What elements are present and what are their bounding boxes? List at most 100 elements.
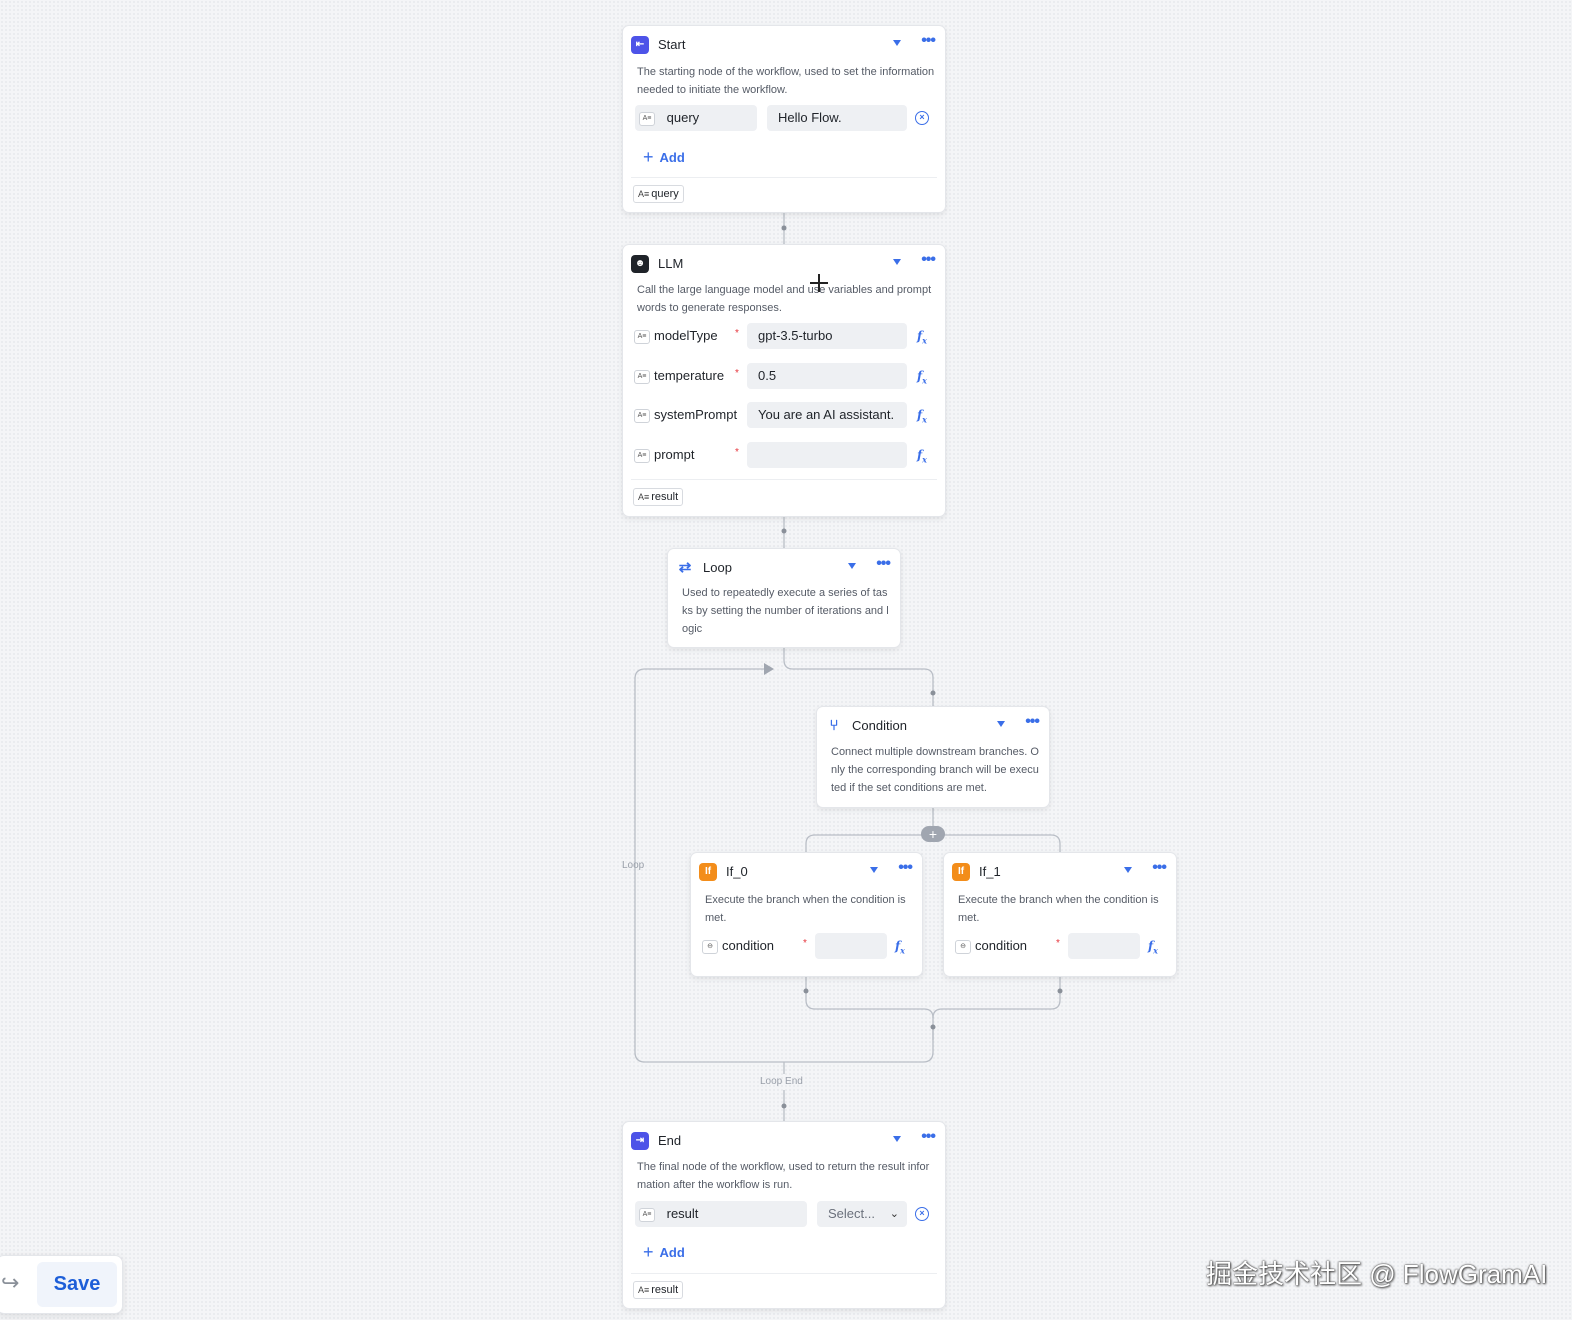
- start-icon: ⇤: [631, 36, 649, 54]
- if0-node-header[interactable]: If If_0 •••: [699, 859, 914, 883]
- collapse-caret-icon[interactable]: [997, 721, 1005, 727]
- end-node-description: The final node of the workflow, used to …: [637, 1161, 930, 1191]
- end-node[interactable]: ⇥ End ••• The final node of the workflow…: [622, 1121, 946, 1309]
- end-variable-select[interactable]: Select... ⌄: [817, 1201, 907, 1227]
- if0-node[interactable]: If If_0 ••• Execute the branch when the …: [690, 852, 923, 977]
- end-node-title: End: [658, 1133, 682, 1148]
- if0-condition-input[interactable]: [815, 933, 887, 959]
- fx-icon[interactable]: fx: [917, 329, 927, 347]
- llm-node-title: LLM: [658, 256, 684, 271]
- string-type-icon: A≡: [638, 189, 650, 199]
- collapse-caret-icon[interactable]: [870, 867, 878, 873]
- if1-node-description: Execute the branch when the condition is…: [958, 894, 1159, 924]
- required-marker: *: [803, 938, 807, 949]
- more-options-icon[interactable]: •••: [876, 555, 891, 573]
- temperature-value: 0.5: [758, 368, 777, 383]
- loop-node-header[interactable]: ⇄ Loop •••: [676, 555, 892, 579]
- condition-type-icon: ⊖: [955, 939, 971, 954]
- add-branch-plus-icon[interactable]: +: [921, 826, 945, 842]
- if0-node-description: Execute the branch when the condition is…: [705, 894, 906, 924]
- condition-node[interactable]: ⑂ Condition ••• Connect multiple downstr…: [816, 706, 1050, 808]
- collapse-caret-icon[interactable]: [848, 563, 856, 569]
- if-icon: If: [952, 863, 970, 881]
- string-type-icon: A≡: [634, 448, 650, 463]
- fx-icon[interactable]: fx: [917, 369, 927, 387]
- llm-param-label-temperature: A≡ temperature: [634, 363, 724, 389]
- llm-node-header[interactable]: ☻ LLM •••: [631, 251, 937, 275]
- add-param-button[interactable]: + Add: [643, 1243, 685, 1262]
- save-button[interactable]: Save: [37, 1262, 117, 1307]
- if1-condition-input[interactable]: [1068, 933, 1140, 959]
- start-param-name-field[interactable]: A≡ query: [635, 105, 757, 131]
- start-param-value-field[interactable]: Hello Flow.: [767, 105, 907, 131]
- end-node-header[interactable]: ⇥ End •••: [631, 1128, 937, 1152]
- collapse-caret-icon[interactable]: [893, 40, 901, 46]
- modeltype-input[interactable]: gpt-3.5-turbo: [747, 323, 907, 349]
- more-options-icon[interactable]: •••: [1152, 859, 1167, 877]
- end-param-name-field[interactable]: A≡ result: [635, 1201, 807, 1227]
- plus-icon: +: [643, 1242, 654, 1262]
- start-output-chip: A≡ query: [633, 185, 684, 203]
- start-output-label: query: [651, 188, 679, 200]
- redo-icon[interactable]: ↪: [1, 1270, 19, 1296]
- collapse-caret-icon[interactable]: [1124, 867, 1132, 873]
- crosshair-cursor-icon: [810, 274, 828, 292]
- string-type-icon: A≡: [639, 1207, 655, 1222]
- fx-icon[interactable]: fx: [895, 939, 905, 957]
- start-node[interactable]: ⇤ Start ••• The starting node of the wor…: [622, 25, 946, 213]
- condition-type-icon: ⊖: [702, 939, 718, 954]
- if0-param-name: condition: [722, 938, 775, 953]
- remove-param-icon[interactable]: ×: [915, 1207, 929, 1221]
- bottom-toolbar: ↪ Save: [0, 1255, 123, 1314]
- condition-node-title: Condition: [852, 718, 907, 733]
- divider: [631, 177, 937, 178]
- if1-node[interactable]: If If_1 ••• Execute the branch when the …: [943, 852, 1177, 977]
- more-options-icon[interactable]: •••: [898, 859, 913, 877]
- if1-node-title: If_1: [979, 864, 1001, 879]
- string-type-icon: A≡: [638, 1285, 650, 1295]
- llm-param-name: modelType: [654, 328, 718, 343]
- if0-node-title: If_0: [726, 864, 748, 879]
- fx-icon[interactable]: fx: [917, 448, 927, 466]
- remove-param-icon[interactable]: ×: [915, 111, 929, 125]
- add-param-button[interactable]: + Add: [643, 148, 685, 167]
- start-param-name: query: [666, 110, 700, 125]
- string-type-icon: A≡: [634, 369, 650, 384]
- condition-node-header[interactable]: ⑂ Condition •••: [825, 713, 1041, 737]
- llm-output-label: result: [651, 491, 679, 503]
- more-options-icon[interactable]: •••: [921, 251, 936, 269]
- llm-node-description: Call the large language model and use va…: [637, 284, 932, 314]
- end-output-chip: A≡ result: [633, 1281, 684, 1299]
- llm-node[interactable]: ☻ LLM ••• Call the large language model …: [622, 244, 946, 517]
- systemprompt-input[interactable]: You are an AI assistant.: [747, 402, 907, 428]
- loop-node[interactable]: ⇄ Loop ••• Used to repeatedly execute a …: [667, 548, 901, 648]
- string-type-icon: A≡: [634, 329, 650, 344]
- more-options-icon[interactable]: •••: [921, 1128, 936, 1146]
- collapse-caret-icon[interactable]: [893, 259, 901, 265]
- systemprompt-value: You are an AI assistant.: [758, 407, 895, 422]
- loop-node-title: Loop: [703, 560, 732, 575]
- collapse-caret-icon[interactable]: [893, 1136, 901, 1142]
- fx-icon[interactable]: fx: [1148, 939, 1158, 957]
- string-type-icon: A≡: [638, 492, 650, 502]
- fx-icon[interactable]: fx: [917, 408, 927, 426]
- if0-param-label: ⊖ condition: [702, 933, 774, 959]
- end-icon: ⇥: [631, 1132, 649, 1150]
- start-node-title: Start: [658, 37, 686, 52]
- add-param-label: Add: [659, 1245, 685, 1260]
- if1-node-header[interactable]: If If_1 •••: [952, 859, 1168, 883]
- string-type-icon: A≡: [634, 408, 650, 423]
- temperature-input[interactable]: 0.5: [747, 363, 907, 389]
- condition-node-description: Connect multiple downstream branches. On…: [831, 746, 1039, 794]
- start-node-header[interactable]: ⇤ Start •••: [631, 32, 937, 56]
- divider: [631, 479, 937, 480]
- more-options-icon[interactable]: •••: [1025, 713, 1040, 731]
- prompt-input[interactable]: [747, 442, 907, 468]
- start-node-description: The starting node of the workflow, used …: [637, 66, 935, 96]
- loop-label: Loop: [622, 860, 645, 871]
- more-options-icon[interactable]: •••: [921, 32, 936, 50]
- end-output-label: result: [651, 1284, 679, 1296]
- llm-param-name: systemPrompt: [654, 407, 738, 422]
- start-param-value: Hello Flow.: [778, 110, 842, 125]
- string-type-icon: A≡: [639, 111, 655, 126]
